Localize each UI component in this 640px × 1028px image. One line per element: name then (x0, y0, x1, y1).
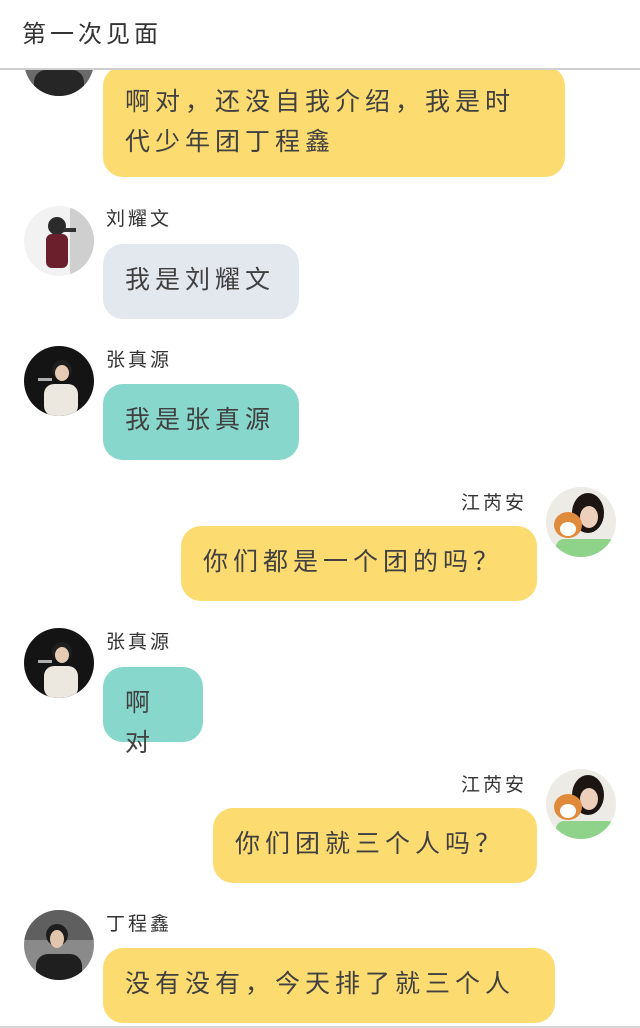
chat-area: 啊对，还没自我介绍，我是时代少年团丁程鑫 刘耀文 我是刘耀文 张真源 我是张真源… (0, 0, 640, 1028)
avatar-ding-chengxin[interactable] (24, 910, 94, 980)
sender-name: 张真源 (106, 631, 173, 653)
sender-name: 刘耀文 (106, 208, 173, 230)
avatar-zhang-zhenyuan[interactable] (24, 628, 94, 698)
page-title: 第一次见面 (22, 20, 162, 48)
message-bubble[interactable]: 我是张真源 (103, 384, 299, 460)
message-bubble[interactable]: 你们都是一个团的吗？ (181, 526, 537, 601)
avatar-liu-yaowen[interactable] (24, 206, 94, 276)
message-bubble[interactable]: 我是刘耀文 (103, 244, 299, 319)
message-bubble[interactable]: 啊对，还没自我介绍，我是时代少年团丁程鑫 (103, 66, 565, 177)
sender-name: 江芮安 (461, 492, 528, 514)
avatar-zhang-zhenyuan[interactable] (24, 346, 94, 416)
avatar-jiang-ruian[interactable] (546, 769, 616, 839)
message-bubble[interactable]: 啊对 (103, 667, 203, 757)
sender-name: 丁程鑫 (106, 913, 173, 935)
avatar-jiang-ruian[interactable] (546, 487, 616, 557)
chat-header: 第一次见面 (0, 0, 640, 70)
message-bubble[interactable]: 你们团就三个人吗？ (213, 808, 537, 883)
sender-name: 张真源 (106, 349, 173, 371)
sender-name: 江芮安 (461, 774, 528, 796)
message-bubble[interactable]: 没有没有，今天排了就三个人 (103, 948, 555, 1023)
